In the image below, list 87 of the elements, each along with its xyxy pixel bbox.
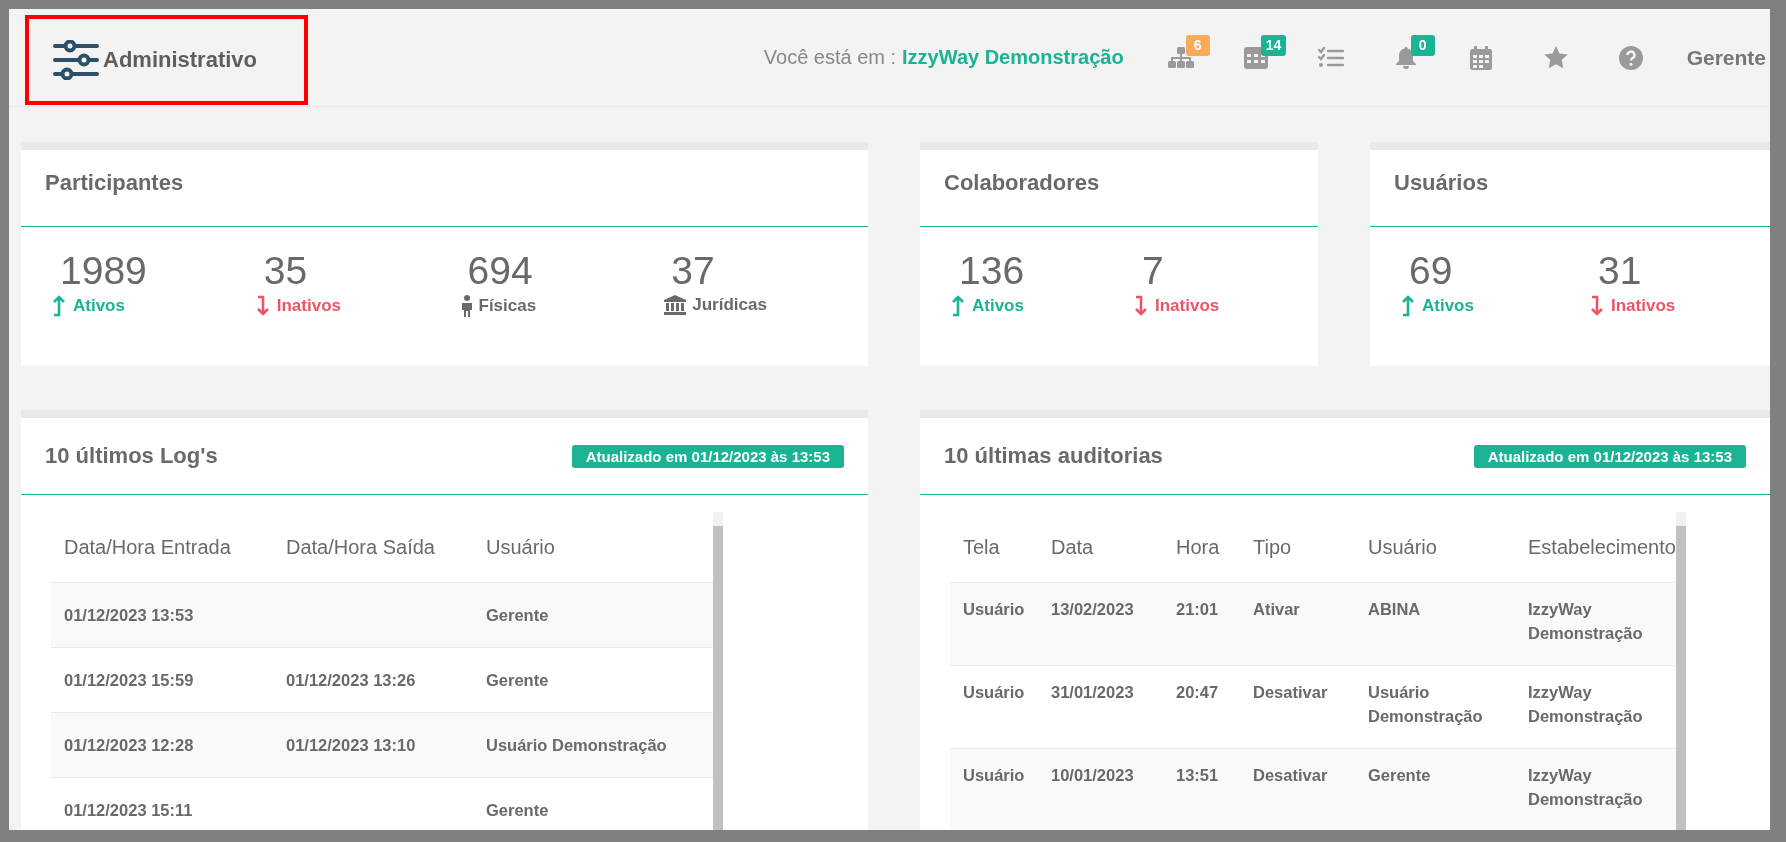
column-header: Data	[1038, 512, 1163, 583]
table-cell: Ativar	[1253, 600, 1300, 618]
table-cell: 13/02/2023	[1051, 600, 1134, 618]
column-header: Estabelecimento	[1515, 512, 1676, 583]
table-cell: Usuário Demonstração	[1368, 683, 1483, 725]
person-icon	[460, 295, 473, 317]
table-cell: IzzyWay Demonstração	[1528, 683, 1643, 725]
table-cell: 20:47	[1176, 683, 1219, 701]
card-title: 10 últimas auditorias	[944, 443, 1163, 469]
stat-label: Inativos	[1155, 296, 1220, 316]
table-cell: 01/12/2023 13:26	[286, 671, 416, 689]
table-cell: Desativar	[1253, 766, 1328, 784]
scrollbar[interactable]	[713, 512, 723, 830]
stat-value: 694	[466, 249, 534, 293]
table-cell: Usuário Demonstração	[486, 736, 667, 754]
table-cell: Usuário	[963, 600, 1025, 618]
card-title: Usuários	[1370, 150, 1770, 227]
checklist-icon	[1318, 46, 1345, 69]
table-cell: 31/01/2023	[1051, 683, 1134, 701]
sliders-icon	[53, 39, 99, 80]
table-cell: Gerente	[486, 606, 549, 624]
table-cell: IzzyWay Demonstração	[1528, 766, 1643, 808]
stat-label: Ativos	[1422, 296, 1474, 316]
stat-value: 1989	[59, 249, 148, 293]
table-cell: Usuário	[963, 683, 1025, 701]
card-title: Colaboradores	[920, 150, 1318, 227]
calendar-icon	[1470, 45, 1493, 70]
stat-value: 35	[262, 249, 309, 293]
stat-label: Inativos	[1611, 296, 1676, 316]
updated-badge: Atualizado em 01/12/2023 às 13:53	[571, 444, 844, 468]
table-cell: IzzyWay Demonstração	[1528, 600, 1643, 642]
arrow-up-icon	[1402, 295, 1416, 317]
stat-value: 37	[670, 249, 716, 293]
institution-icon	[664, 295, 687, 315]
arrow-up-icon	[53, 295, 67, 317]
user-menu[interactable]: Gerente	[1686, 45, 1766, 70]
column-header: Data/Hora Entrada	[51, 512, 273, 583]
table-cell: Desativar	[1253, 683, 1328, 701]
column-header: Tipo	[1240, 512, 1355, 583]
column-header: Usuário	[1355, 512, 1515, 583]
location-name: IzzyWay Demonstração	[902, 46, 1124, 69]
stat-label: Físicas	[478, 296, 537, 316]
count-badge: 6	[1185, 34, 1210, 56]
table-cell: Usuário	[963, 766, 1025, 784]
column-header: Usuário	[473, 512, 713, 583]
help-icon	[1619, 45, 1644, 70]
column-header: Hora	[1163, 512, 1240, 583]
updated-badge: Atualizado em 01/12/2023 às 13:53	[1473, 444, 1746, 468]
table-cell: 01/12/2023 13:10	[286, 736, 416, 754]
arrow-down-icon	[1135, 295, 1149, 317]
table-cell: 13:51	[1176, 766, 1219, 784]
table-cell: 01/12/2023 13:53	[64, 606, 194, 624]
count-badge: 14	[1260, 34, 1287, 56]
count-badge: 0	[1410, 34, 1435, 56]
table-cell: 01/12/2023 15:59	[64, 671, 194, 689]
scrollbar[interactable]	[1675, 512, 1686, 830]
table-cell: 01/12/2023 12:28	[64, 736, 194, 754]
arrow-down-icon	[256, 295, 271, 317]
stat-label: Jurídicas	[692, 295, 767, 315]
toolbar-button[interactable]: 0	[1368, 37, 1444, 78]
table-cell: Gerente	[1368, 766, 1431, 784]
stat-label: Ativos	[73, 296, 125, 316]
stat-value: 7	[1141, 249, 1165, 293]
card-title: 10 últimos Log's	[45, 443, 218, 469]
module-title: Administrativo	[103, 46, 258, 73]
table-cell: Gerente	[486, 801, 549, 819]
table-cell: ABINA	[1368, 600, 1421, 618]
table-cell: 10/01/2023	[1051, 766, 1134, 784]
location-label: Você está em :	[763, 46, 897, 69]
star-icon	[1544, 46, 1569, 69]
column-header: Tela	[950, 512, 1038, 583]
table-cell: Gerente	[486, 671, 549, 689]
table-cell: 21:01	[1176, 600, 1219, 618]
stat-label: Ativos	[972, 296, 1024, 316]
arrow-up-icon	[952, 295, 966, 317]
stat-label: Inativos	[276, 296, 341, 316]
stat-value: 31	[1597, 249, 1643, 293]
column-header: Data/Hora Saída	[273, 512, 473, 583]
toolbar-button[interactable]: 14	[1218, 37, 1294, 78]
arrow-down-icon	[1591, 295, 1605, 317]
table-cell: 01/12/2023 15:11	[64, 801, 193, 819]
stat-value: 69	[1408, 249, 1454, 293]
card-title: Participantes	[21, 150, 868, 227]
stat-value: 136	[958, 249, 1026, 293]
bell-icon	[1395, 45, 1418, 70]
toolbar-button[interactable]: 6	[1143, 37, 1219, 78]
sitemap-icon	[1168, 46, 1195, 69]
